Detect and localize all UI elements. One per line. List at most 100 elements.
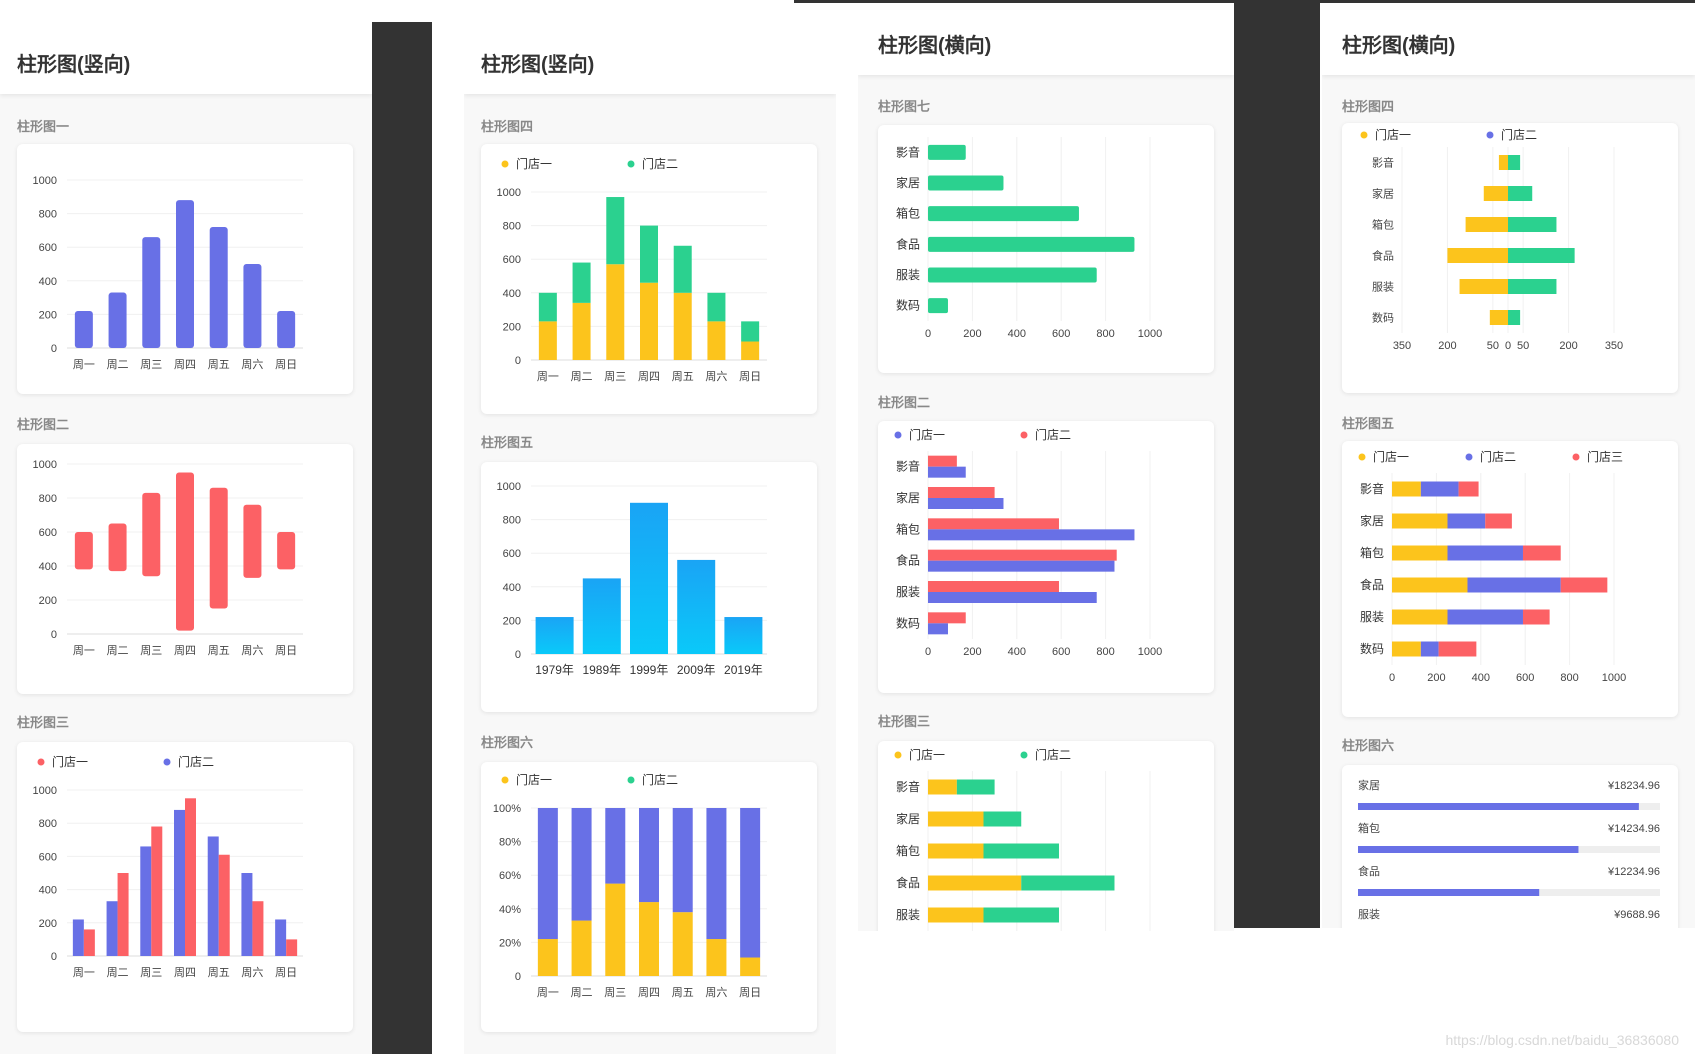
stack-segment-门店二 — [571, 808, 592, 921]
progress-fill — [1358, 889, 1540, 896]
range-bar — [243, 504, 262, 578]
section-label: 柱形图五 — [481, 435, 534, 450]
x-tick-label: 600 — [1516, 672, 1534, 684]
y-tick-label: 箱包 — [896, 521, 920, 536]
x-tick-label: 周二 — [571, 370, 593, 383]
y-tick-label: 60% — [499, 870, 521, 882]
legend-label: 门店一 — [1373, 449, 1409, 464]
x-tick-label: 1000 — [1138, 646, 1162, 658]
x-tick-label: 周六 — [705, 986, 727, 999]
bar-门店二 — [928, 612, 966, 624]
chart-card-h6: 家居 ¥18234.96 箱包 ¥14234.96 食品 ¥12234.96 服装 ¥9688… — [1342, 765, 1678, 928]
stack-segment-门店二 — [537, 808, 558, 940]
legend-marker — [627, 776, 635, 784]
x-tick-label: 周日 — [275, 966, 297, 979]
y-tick-label: 箱包 — [896, 843, 920, 858]
bar-门店一 — [174, 809, 185, 956]
legend-label: 门店二 — [178, 754, 214, 769]
bar — [74, 311, 93, 348]
panel-header: 柱形图(横向) — [1322, 3, 1695, 75]
chart-c3: 门店一 门店二 0 200 400 600 800 1000 周一 周二 周三 周四 周五 周六 周日 — [33, 754, 303, 979]
x-tick-label: 周二 — [107, 358, 129, 371]
legend-marker — [1572, 453, 1580, 461]
x-tick-label: 周日 — [739, 986, 761, 999]
x-tick-label: 400 — [1472, 672, 1490, 684]
x-tick-label: 周日 — [275, 644, 297, 657]
stack-segment-门店二 — [983, 843, 1059, 859]
legend-marker — [1486, 131, 1494, 139]
x-tick-label: 周一 — [537, 986, 559, 999]
bar-right — [1508, 248, 1575, 263]
y-tick-label: 箱包 — [1360, 545, 1384, 560]
chart-card-h4: 门店一 门店二 350 200 50 0 50 200 350 影音 家居 箱包 食品 服装 数码 — [1342, 123, 1678, 393]
x-tick-label: 周三 — [140, 358, 162, 371]
bar-门店一 — [275, 919, 287, 956]
y-tick-label: 箱包 — [1372, 218, 1394, 232]
stack-segment-门店一 — [606, 264, 625, 360]
x-tick-label: 周五 — [208, 358, 230, 371]
chart-h4: 门店一 门店二 350 200 50 0 50 200 350 影音家居箱包食品服装数码 — [1360, 127, 1623, 352]
y-tick-label: 服装 — [896, 268, 920, 282]
section-label: 柱形图四 — [481, 119, 534, 134]
bar-门店一 — [241, 873, 253, 956]
x-tick-label: 周六 — [241, 966, 263, 979]
bar — [277, 311, 296, 348]
bar-right — [1508, 155, 1521, 170]
x-tick-label: 周二 — [107, 966, 129, 979]
x-tick-label: 200 — [1427, 672, 1445, 684]
x-tick-label: 1989年 — [582, 663, 621, 677]
panel-header: 柱形图(横向) — [858, 3, 1234, 75]
legend-marker — [1465, 453, 1473, 461]
stack-segment-门店二 — [707, 292, 726, 322]
stack-segment-门店二 — [1420, 481, 1459, 497]
section-label: 柱形图一 — [17, 119, 70, 134]
x-tick-label: 0 — [1389, 672, 1395, 684]
stack-segment-门店一 — [571, 920, 592, 976]
progress-fill — [1358, 846, 1579, 853]
legend-marker — [627, 160, 635, 168]
panel-vertical-1: 柱形图(竖向) 柱形图一 0 200 400 600 800 1000 周一 周二 周三 周四 周五… — [0, 22, 372, 1054]
stack-segment-门店三 — [1438, 641, 1477, 657]
bar-门店二 — [252, 901, 264, 956]
chart-card-c3: 门店一 门店二 0 200 400 600 800 1000 周一 周二 周三 周四 周五 周六 周日 — [17, 742, 353, 1032]
y-tick-label: 食品 — [896, 553, 920, 568]
y-tick-label: 0 — [51, 951, 57, 963]
legend-label: 门店一 — [516, 772, 552, 787]
stack-segment-门店三 — [1458, 481, 1479, 497]
y-tick-label: 影音 — [896, 459, 920, 474]
bar — [677, 559, 716, 654]
stack-segment-门店一 — [1392, 481, 1421, 497]
bar-门店一 — [928, 623, 948, 635]
y-tick-label: 数码 — [896, 298, 920, 313]
stack-segment-门店二 — [1467, 577, 1561, 593]
stack-segment-门店一 — [928, 811, 984, 827]
range-bar — [176, 472, 194, 631]
legend-label: 门店一 — [516, 156, 552, 171]
bar — [176, 200, 194, 348]
bar-门店一 — [928, 498, 1004, 509]
y-tick-label: 家居 — [896, 811, 920, 826]
legend-marker — [163, 758, 171, 766]
x-tick-label: 周五 — [672, 986, 694, 999]
x-tick-label: 周三 — [604, 986, 626, 999]
x-tick-label: 周五 — [208, 966, 230, 979]
x-tick-label: 600 — [1052, 646, 1070, 658]
legend-label: 门店二 — [1035, 427, 1071, 442]
progress-label: 服装 — [1358, 908, 1380, 921]
stack-segment-门店二 — [1420, 641, 1439, 657]
chart-h2: 门店一 门店二 0 200 400 600 800 1000 影音家居箱包食品服装数码 — [894, 427, 1162, 658]
bar — [928, 267, 1097, 283]
stack-segment-门店一 — [1392, 513, 1448, 529]
y-tick-label: 0 — [515, 971, 521, 983]
stack-segment-门店一 — [572, 302, 591, 360]
panel-horizontal-2: 柱形图(横向) 柱形图四 门店一 门店二 350 200 50 0 50 200 350 影音 家居… — [1322, 3, 1695, 928]
y-tick-label: 箱包 — [896, 206, 920, 221]
x-tick-label: 周四 — [174, 966, 196, 979]
x-tick-label: 周一 — [73, 966, 95, 979]
x-tick-label: 周四 — [638, 370, 660, 383]
y-tick-label: 1000 — [497, 187, 521, 199]
x-tick-label: 50 — [1487, 340, 1499, 352]
stack-segment-门店二 — [983, 811, 1022, 827]
bar-门店二 — [117, 873, 129, 956]
stack-segment-门店一 — [1392, 641, 1421, 657]
